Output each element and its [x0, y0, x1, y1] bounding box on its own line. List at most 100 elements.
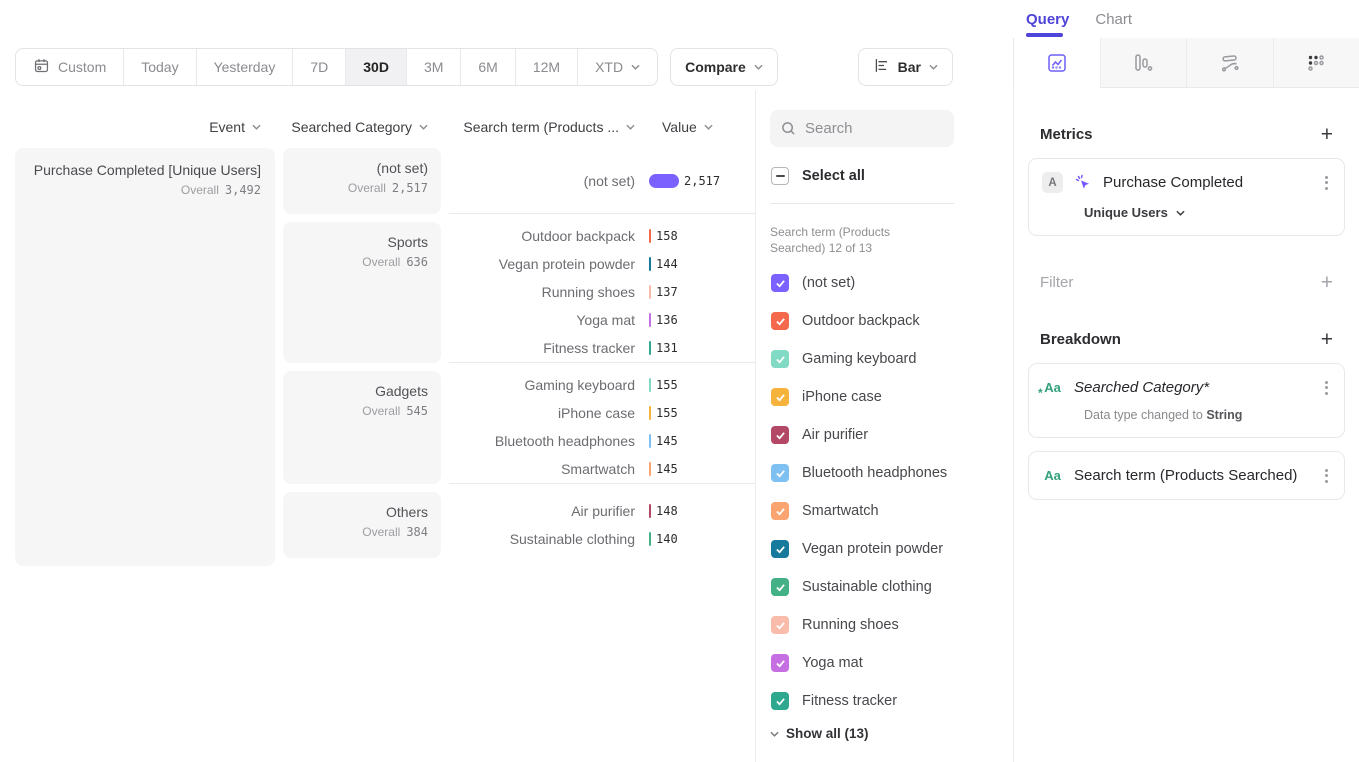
divider [770, 203, 954, 204]
metric-name: Purchase Completed [1103, 174, 1310, 191]
list-item[interactable]: Fitness tracker [770, 682, 999, 720]
table-row: (not set) 2,517 [449, 167, 755, 195]
chart-type-button[interactable]: Bar [858, 48, 953, 86]
tab-chart[interactable]: Chart [1095, 0, 1132, 38]
breakdown-note: Data type changed to String [1084, 408, 1331, 422]
checkbox-checked[interactable] [771, 350, 789, 368]
date-range-segmented-control: Custom Today Yesterday 7D 30D 3M 6M 12M … [15, 48, 658, 86]
list-item[interactable]: (not set) [770, 264, 999, 302]
value-bar [649, 406, 651, 420]
checkbox-checked[interactable] [771, 464, 789, 482]
table-row: Vegan protein powder 144 [449, 250, 755, 278]
list-item[interactable]: Bluetooth headphones [770, 454, 999, 492]
metrics-heading: Metrics [1040, 126, 1093, 143]
checkbox-checked[interactable] [771, 426, 789, 444]
category-cell: (not set) Overall2,517 [283, 148, 441, 214]
legend-search-input[interactable]: Search [770, 110, 954, 147]
checkbox-checked[interactable] [771, 654, 789, 672]
select-all-row[interactable]: Select all [770, 167, 999, 185]
list-item[interactable]: iPhone case [770, 378, 999, 416]
report-area: Custom Today Yesterday 7D 30D 3M 6M 12M … [0, 0, 1013, 762]
group-not-set: (not set) Overall2,517 (not set) 2,517 [283, 148, 755, 214]
add-breakdown-button[interactable]: + [1321, 329, 1333, 350]
breakdown-card-searched-category[interactable]: Aa* Searched Category* Data type changed… [1028, 363, 1345, 438]
list-item[interactable]: Sustainable clothing [770, 568, 999, 606]
date-range-yesterday[interactable]: Yesterday [197, 49, 294, 85]
chevron-down-icon [419, 124, 428, 130]
date-range-6m[interactable]: 6M [461, 49, 515, 85]
list-item[interactable]: Smartwatch [770, 492, 999, 530]
search-icon [781, 121, 796, 136]
value-bar [649, 229, 651, 243]
bar-chart-table: Event Searched Category Search term (Pro… [0, 90, 755, 762]
query-panel-tabs: Query Chart [1013, 0, 1359, 38]
date-range-7d[interactable]: 7D [293, 49, 346, 85]
tab-flows[interactable] [1187, 38, 1274, 88]
date-range-30d[interactable]: 30D [346, 49, 407, 85]
category-cell: Others Overall384 [283, 492, 441, 558]
breakdown-heading-row: Breakdown + [1028, 329, 1345, 350]
add-filter-button[interactable]: + [1321, 272, 1333, 293]
value-bar [649, 341, 651, 355]
tab-retention[interactable] [1274, 38, 1359, 88]
event-overall: Overall3,492 [29, 183, 261, 197]
checkbox-checked[interactable] [771, 616, 789, 634]
date-toolbar: Custom Today Yesterday 7D 30D 3M 6M 12M … [0, 0, 1013, 90]
group-others: Others Overall384 Air purifier 148 Susta… [283, 492, 755, 558]
event-cursor-icon [1074, 174, 1092, 192]
group-gadgets: Gadgets Overall545 Gaming keyboard 155 i… [283, 371, 755, 484]
breakdown-heading: Breakdown [1040, 331, 1121, 348]
list-item[interactable]: Running shoes [770, 606, 999, 644]
breakdown-property-name: Searched Category* [1074, 379, 1310, 396]
date-range-12m[interactable]: 12M [516, 49, 578, 85]
list-item[interactable]: Yoga mat [770, 644, 999, 682]
table-row: Gaming keyboard 155 [449, 371, 755, 399]
checkbox-checked[interactable] [771, 502, 789, 520]
chevron-down-icon [631, 64, 640, 70]
kebab-menu-icon[interactable] [1321, 466, 1331, 485]
filter-heading-row: Filter + [1028, 272, 1345, 293]
list-item[interactable]: Gaming keyboard [770, 340, 999, 378]
column-header-event[interactable]: Event [15, 119, 275, 135]
checkbox-checked[interactable] [771, 692, 789, 710]
date-range-custom[interactable]: Custom [16, 49, 124, 85]
table-row: Running shoes 137 [449, 278, 755, 306]
tab-funnels[interactable] [1101, 38, 1188, 88]
chevron-down-icon [754, 64, 763, 70]
list-item[interactable]: Outdoor backpack [770, 302, 999, 340]
metric-card[interactable]: A Purchase Completed Unique Users [1028, 158, 1345, 236]
category-groups: (not set) Overall2,517 (not set) 2,517 [283, 148, 755, 566]
show-all-button[interactable]: Show all (13) [770, 726, 999, 741]
list-item[interactable]: Vegan protein powder [770, 530, 999, 568]
checkbox-checked[interactable] [771, 540, 789, 558]
chevron-down-icon [626, 124, 635, 130]
checkbox-checked[interactable] [771, 274, 789, 292]
retention-icon [1305, 52, 1327, 74]
aggregation-dropdown[interactable]: Unique Users [1084, 205, 1331, 220]
column-header-value[interactable]: Value [649, 119, 755, 135]
metrics-heading-row: Metrics + [1028, 124, 1345, 145]
add-metric-button[interactable]: + [1321, 124, 1333, 145]
tab-query[interactable]: Query [1026, 0, 1069, 38]
date-range-3m[interactable]: 3M [407, 49, 461, 85]
select-all-checkbox[interactable] [771, 167, 789, 185]
list-item[interactable]: Air purifier [770, 416, 999, 454]
column-header-searched-category[interactable]: Searched Category [283, 119, 441, 135]
string-property-icon: Aa* [1042, 377, 1063, 398]
date-range-label: Custom [58, 59, 106, 75]
app-root: Custom Today Yesterday 7D 30D 3M 6M 12M … [0, 0, 1359, 762]
value-bar [649, 434, 651, 448]
kebab-menu-icon[interactable] [1321, 173, 1331, 192]
kebab-menu-icon[interactable] [1321, 378, 1331, 397]
tab-insights[interactable] [1014, 38, 1101, 88]
date-range-xtd[interactable]: XTD [578, 49, 657, 85]
checkbox-checked[interactable] [771, 578, 789, 596]
column-header-search-term[interactable]: Search term (Products ... [449, 119, 649, 135]
checkbox-checked[interactable] [771, 388, 789, 406]
date-range-today[interactable]: Today [124, 49, 196, 85]
checkbox-checked[interactable] [771, 312, 789, 330]
breakdown-card-search-term[interactable]: Aa Search term (Products Searched) [1028, 451, 1345, 500]
chart-grid: Purchase Completed [Unique Users] Overal… [15, 148, 755, 566]
flows-icon [1219, 52, 1241, 74]
compare-button[interactable]: Compare [670, 48, 778, 86]
